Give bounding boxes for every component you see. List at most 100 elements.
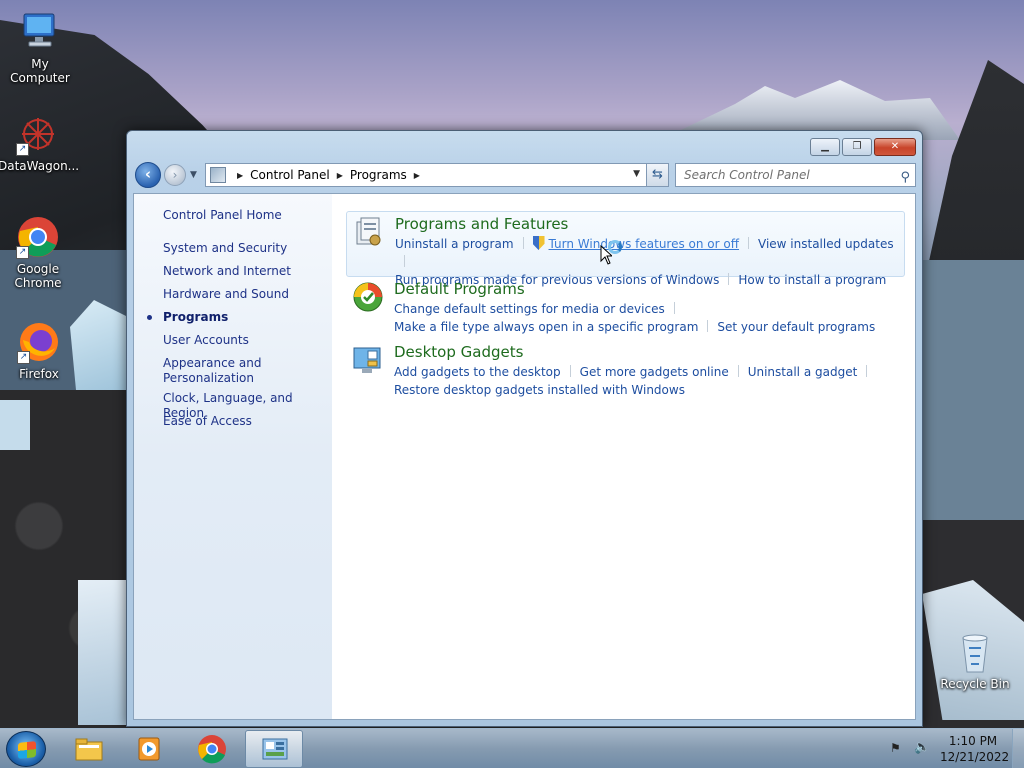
link-divider <box>522 237 524 249</box>
desktop-icon-google-chrome[interactable]: ↗ Google Chrome <box>0 215 78 290</box>
desktop-icon-label: My Computer <box>10 57 70 85</box>
breadcrumb-separator-icon[interactable]: ▶ <box>337 171 343 180</box>
address-history-dropdown[interactable]: ▼ <box>633 169 640 179</box>
chrome-icon: ↗ <box>16 215 60 259</box>
wallpaper-water-right <box>922 260 1024 520</box>
sidebar-item-network-internet[interactable]: Network and Internet <box>163 264 291 279</box>
wallpaper-ice <box>0 400 30 450</box>
link-divider <box>866 365 868 377</box>
desktop-icon-recycle-bin[interactable]: Recycle Bin <box>935 630 1015 691</box>
desktop-icon-datawagon[interactable]: ↗ DataWagon... <box>0 112 80 173</box>
desktop-icon-label: DataWagon... <box>0 159 80 173</box>
back-button[interactable]: ‹ <box>135 162 161 188</box>
window-controls: ▁ ❐ ✕ <box>810 138 916 156</box>
show-desktop-button[interactable] <box>1012 729 1024 768</box>
sidebar-item-user-accounts[interactable]: User Accounts <box>163 333 249 348</box>
taskbar-chrome-button[interactable] <box>183 730 241 768</box>
taskbar-media-player-button[interactable] <box>121 730 179 768</box>
folder-icon <box>75 738 103 761</box>
link-divider <box>707 320 709 332</box>
forward-button[interactable]: › <box>164 164 186 186</box>
address-bar[interactable]: ▶ Control Panel ▶ Programs ▶ ▼ <box>205 163 647 187</box>
system-clock[interactable]: 1:10 PM 12/21/2022 <box>940 733 1010 765</box>
link-divider <box>404 255 405 267</box>
sidebar-item-hardware-sound[interactable]: Hardware and Sound <box>163 287 289 302</box>
link-restore-gadgets[interactable]: Restore desktop gadgets installed with W… <box>394 383 685 397</box>
windows-logo-icon <box>18 741 36 759</box>
link-uninstall-gadget[interactable]: Uninstall a gadget <box>748 365 858 379</box>
firefox-icon: ↗ <box>17 320 61 364</box>
content-area: Control Panel Home System and Security N… <box>133 193 916 720</box>
search-icon[interactable]: ⚲ <box>900 167 910 189</box>
search-input[interactable]: Search Control Panel ⚲ <box>675 163 916 187</box>
link-divider <box>737 365 739 377</box>
active-item-bullet-icon <box>147 315 152 320</box>
sidebar: Control Panel Home System and Security N… <box>134 194 332 719</box>
volume-icon[interactable]: 🔈 <box>914 740 930 755</box>
sidebar-item-programs[interactable]: Programs <box>163 310 228 325</box>
link-get-more-gadgets[interactable]: Get more gadgets online <box>580 365 729 379</box>
link-divider <box>673 302 675 314</box>
sidebar-item-system-security[interactable]: System and Security <box>163 241 287 256</box>
link-file-type-open[interactable]: Make a file type always open in a specif… <box>394 320 698 334</box>
refresh-button[interactable]: ⇆ <box>647 163 669 187</box>
breadcrumb-programs[interactable]: Programs <box>350 168 407 182</box>
category-programs-features: Programs and Features Uninstall a progra… <box>346 211 905 287</box>
category-title[interactable]: Desktop Gadgets <box>394 343 905 361</box>
category-default-programs: Default Programs Change default settings… <box>346 277 905 340</box>
category-desktop-gadgets: Desktop Gadgets Add gadgets to the deskt… <box>346 340 905 403</box>
search-placeholder: Search Control Panel <box>684 168 810 182</box>
navigation-bar: ‹ › ▼ ▶ Control Panel ▶ Programs ▶ ▼ ⇆ S… <box>135 161 916 189</box>
desktop-icon-my-computer[interactable]: My Computer <box>0 10 80 85</box>
shortcut-arrow-icon: ↗ <box>17 351 30 364</box>
link-set-default-programs[interactable]: Set your default programs <box>717 320 875 334</box>
link-change-default-media[interactable]: Change default settings for media or dev… <box>394 302 665 316</box>
breadcrumb-control-panel[interactable]: Control Panel <box>250 168 330 182</box>
category-title[interactable]: Default Programs <box>394 280 905 298</box>
computer-icon <box>18 10 62 54</box>
desktop-icon-label: Google Chrome <box>14 262 62 290</box>
wallpaper-ice <box>78 580 130 725</box>
breadcrumb-separator-icon[interactable]: ▶ <box>237 171 243 180</box>
close-button[interactable]: ✕ <box>874 138 916 156</box>
taskbar: ⚑ 🔈 1:10 PM 12/21/2022 <box>0 728 1024 768</box>
clock-date: 12/21/2022 <box>940 750 1010 764</box>
link-add-gadgets[interactable]: Add gadgets to the desktop <box>394 365 561 379</box>
category-links: Add gadgets to the desktop Get more gadge… <box>394 363 905 399</box>
busy-spinner-icon <box>608 240 622 254</box>
desktop-icon-firefox[interactable]: ↗ Firefox <box>0 320 79 381</box>
desktop-icon-label: Firefox <box>19 367 59 381</box>
desktop-icon-label: Recycle Bin <box>940 677 1010 691</box>
maximize-button[interactable]: ❐ <box>842 138 872 156</box>
desktop-gadgets-icon <box>352 344 384 376</box>
link-divider <box>748 237 750 249</box>
link-view-installed-updates[interactable]: View installed updates <box>758 237 894 251</box>
recent-pages-dropdown[interactable]: ▼ <box>190 170 197 180</box>
shortcut-arrow-icon: ↗ <box>16 246 29 259</box>
breadcrumb-separator-icon[interactable]: ▶ <box>414 171 420 180</box>
sidebar-control-panel-home[interactable]: Control Panel Home <box>163 208 282 222</box>
start-button[interactable] <box>6 731 46 767</box>
datawagon-icon: ↗ <box>16 112 60 156</box>
recycle-bin-icon <box>953 630 997 674</box>
main-panel: Programs and Features Uninstall a progra… <box>332 194 915 719</box>
taskbar-explorer-button[interactable] <box>60 730 118 768</box>
link-turn-windows-features[interactable]: Turn Windows features on or off <box>549 237 740 251</box>
action-center-icon[interactable]: ⚑ <box>890 741 906 755</box>
chrome-icon <box>198 735 226 764</box>
category-links: Change default settings for media or dev… <box>394 300 905 336</box>
taskbar-control-panel-button[interactable] <box>245 730 303 768</box>
uac-shield-icon <box>532 236 545 250</box>
category-title[interactable]: Programs and Features <box>395 215 904 233</box>
link-divider <box>569 365 571 377</box>
shortcut-arrow-icon: ↗ <box>16 143 29 156</box>
programs-features-icon <box>353 216 385 248</box>
default-programs-icon <box>352 281 384 313</box>
minimize-button[interactable]: ▁ <box>810 138 840 156</box>
clock-time: 1:10 PM <box>948 734 998 748</box>
sidebar-item-appearance[interactable]: Appearance and Personalization <box>163 356 273 386</box>
control-panel-window: ▁ ❐ ✕ ‹ › ▼ ▶ Control Panel ▶ Programs ▶… <box>126 130 923 727</box>
link-uninstall-program[interactable]: Uninstall a program <box>395 237 514 251</box>
sidebar-item-ease-of-access[interactable]: Ease of Access <box>163 414 252 429</box>
control-panel-icon <box>262 738 288 760</box>
